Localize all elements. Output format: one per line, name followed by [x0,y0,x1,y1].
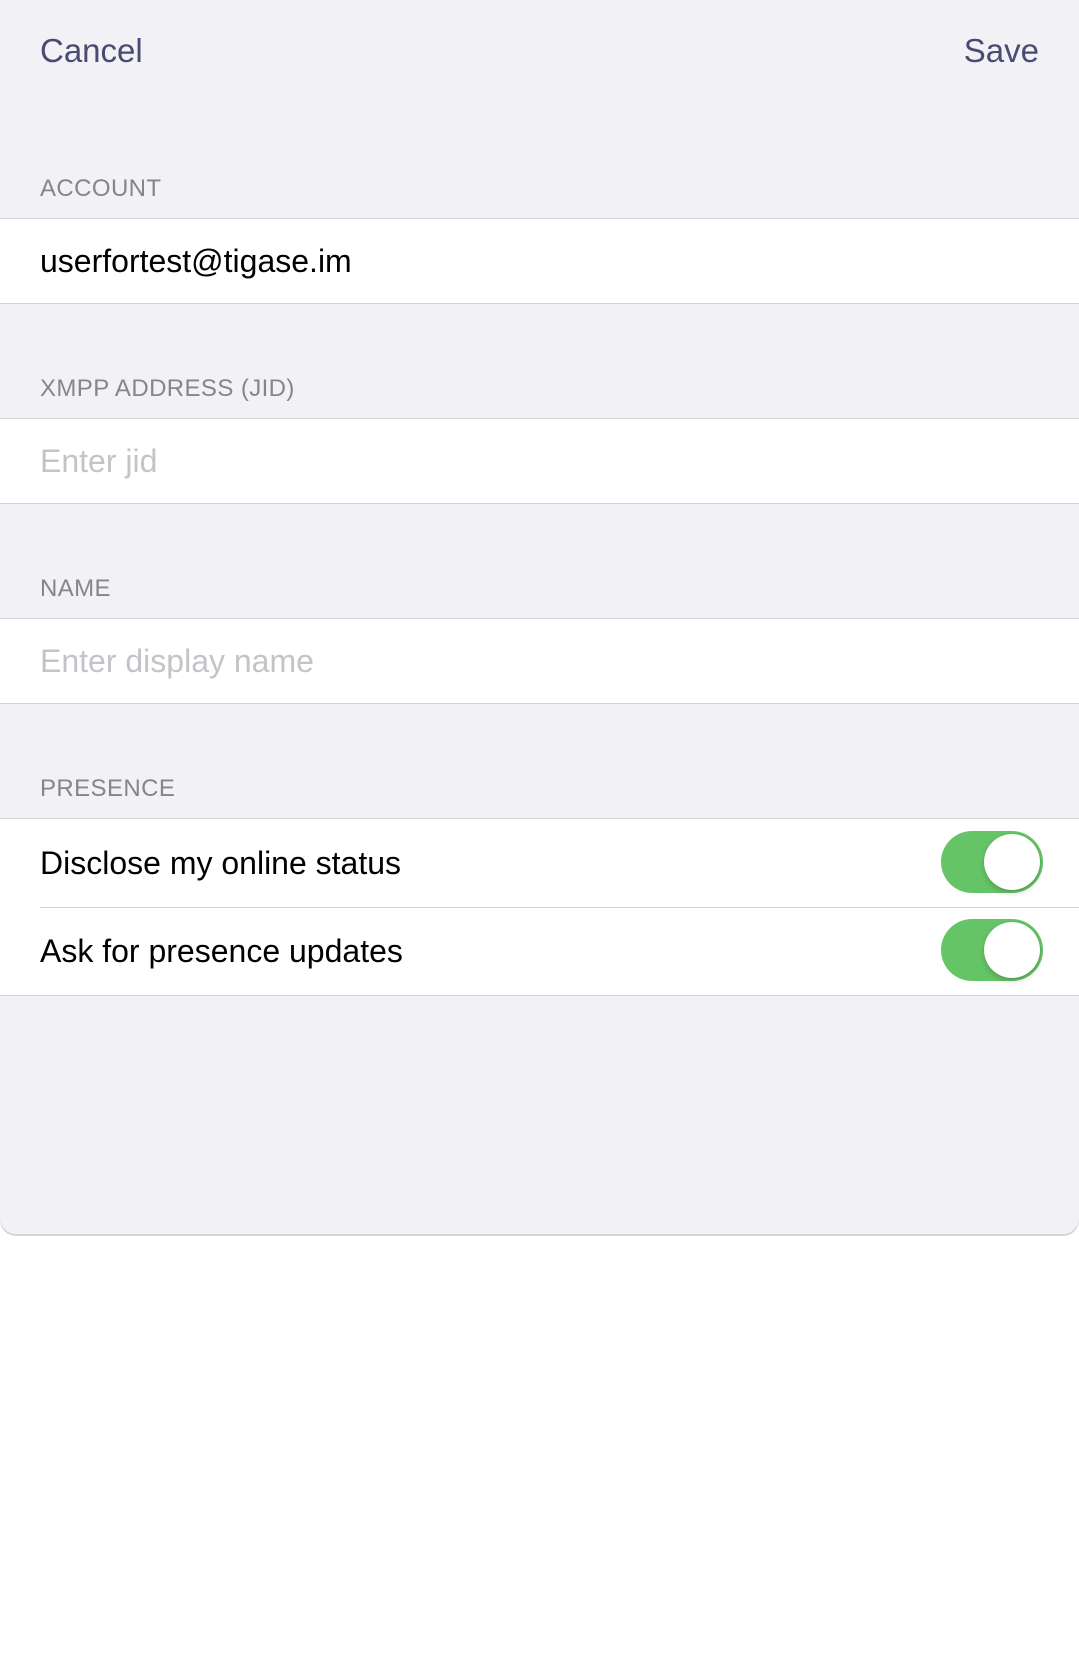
toggle-knob [984,834,1040,890]
cancel-button[interactable]: Cancel [40,28,143,74]
presence-row-disclose-status: Disclose my online status [0,819,1079,907]
presence-group: Disclose my online status Ask for presen… [0,818,1079,996]
jid-row [0,418,1079,504]
toggle-knob [984,922,1040,978]
disclose-status-label: Disclose my online status [40,845,402,881]
display-name-input[interactable] [40,619,1030,703]
account-row[interactable]: userfortest@tigase.im [0,218,1079,304]
name-row [0,618,1079,704]
account-value: userfortest@tigase.im [40,243,352,279]
section-header-account: ACCOUNT [40,175,162,202]
disclose-status-toggle[interactable] [941,831,1043,893]
presence-row-ask-updates: Ask for presence updates [0,907,1079,995]
section-header-jid: XMPP ADDRESS (JID) [40,375,295,402]
ask-updates-toggle[interactable] [941,919,1043,981]
modal-sheet: Cancel Save ACCOUNT userfortest@tigase.i… [0,0,1079,1236]
jid-input[interactable] [40,419,1030,503]
section-header-name: NAME [40,575,111,602]
save-button[interactable]: Save [964,28,1039,74]
ask-updates-label: Ask for presence updates [40,933,403,969]
section-header-presence: PRESENCE [40,775,176,802]
